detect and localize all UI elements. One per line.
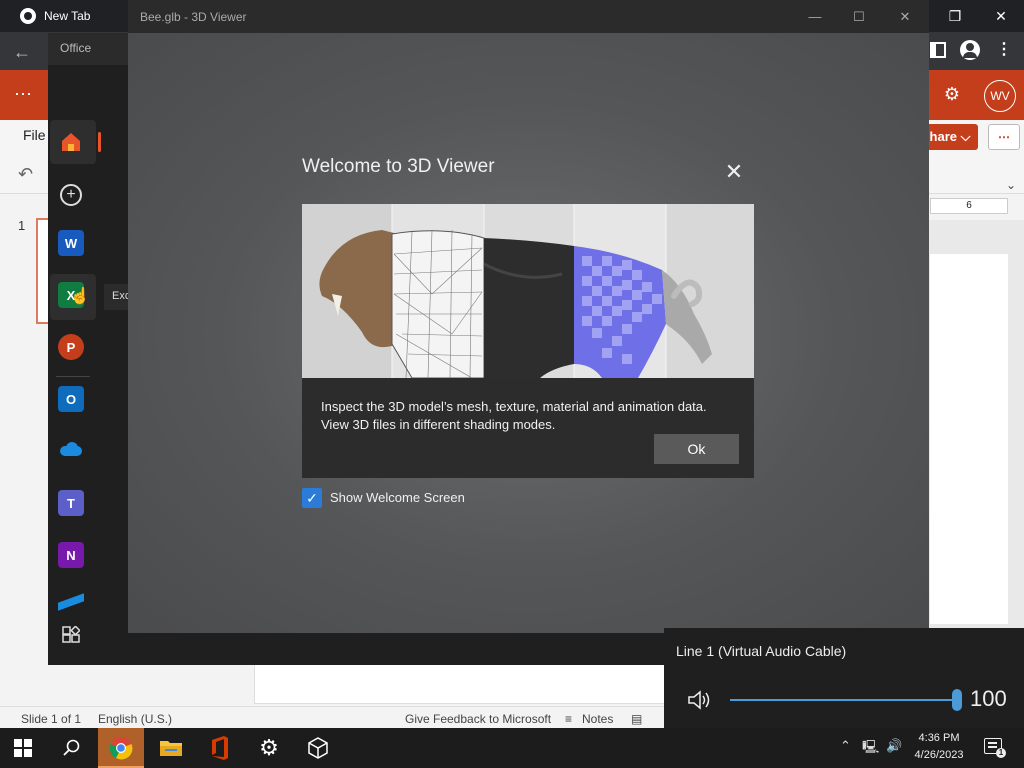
dialog-description-line-2: View 3D files in different shading modes… (321, 417, 556, 432)
dialog-description-line-1: Inspect the 3D model’s mesh, texture, ma… (321, 399, 707, 414)
home-icon (62, 133, 80, 151)
chrome-icon (109, 737, 133, 760)
all-apps-icon[interactable] (62, 626, 80, 644)
welcome-banner-image (302, 204, 754, 378)
mouse-cursor-icon: ☝ (70, 288, 90, 305)
dialog-close-icon[interactable]: ✕ (722, 159, 746, 184)
chrome-menu-icon[interactable]: ⋮ (996, 40, 1012, 60)
notes-pane[interactable] (254, 664, 666, 704)
user-avatar[interactable]: WV (984, 80, 1016, 112)
speaker-icon[interactable] (686, 688, 714, 712)
more-options-button[interactable]: ⋯ (988, 124, 1020, 150)
launcher-title: Office (60, 41, 92, 55)
status-language[interactable]: English (U.S.) (98, 712, 172, 726)
active-indicator (98, 132, 101, 152)
excel-tooltip: Exc (104, 284, 128, 310)
launcher-bottom-strip (128, 633, 664, 665)
feedback-link[interactable]: Give Feedback to Microsoft (405, 712, 551, 726)
office-icon (212, 736, 228, 760)
settings-icon: ⚙ (259, 735, 279, 760)
viewer-minimize-button[interactable]: — (792, 0, 838, 33)
slide-thumbnail-number: 1 (18, 218, 26, 233)
onenote-icon[interactable]: N (58, 542, 84, 568)
dialog-title: Welcome to 3D Viewer (302, 156, 495, 177)
show-hidden-icons-chevron[interactable]: ⌃ (840, 738, 851, 754)
notification-badge: 1 (996, 748, 1006, 758)
show-welcome-checkbox[interactable]: ✓ (302, 488, 322, 508)
chrome-tab-title: New Tab (44, 9, 91, 23)
3d-viewer-icon (308, 737, 328, 759)
volume-level: 100 (970, 686, 1007, 711)
taskbar-settings[interactable]: ⚙ (246, 728, 292, 768)
ribbon-file-tab[interactable]: File (23, 127, 46, 143)
back-arrow-icon[interactable]: ← (10, 40, 34, 64)
clock-date[interactable]: 4/26/2023 (904, 749, 974, 761)
ruler: 6 (930, 198, 1008, 214)
taskbar-chrome[interactable] (98, 728, 144, 768)
slide-thumbnail[interactable] (36, 218, 48, 324)
clock-time[interactable]: 4:36 PM (904, 732, 974, 744)
slide-page[interactable] (930, 254, 1008, 624)
launcher-titlebar: Office (48, 33, 128, 65)
app-launcher-icon[interactable]: ⋯ (14, 84, 34, 104)
chrome-logo-icon (20, 8, 36, 24)
chrome-close-button[interactable]: ✕ (978, 0, 1024, 32)
file-explorer-icon (160, 741, 182, 756)
ribbon-expand-chevron-icon[interactable]: ⌄ (1006, 178, 1016, 192)
start-icon (14, 739, 32, 757)
launcher-divider (56, 376, 90, 377)
search-button[interactable] (49, 728, 95, 768)
chrome-tab[interactable]: New Tab (8, 0, 128, 32)
share-button[interactable]: hare ⌵ (922, 124, 978, 150)
undo-icon[interactable]: ↶ (18, 164, 33, 185)
audio-device-name[interactable]: Line 1 (Virtual Audio Cable) (676, 643, 846, 659)
chrome-restore-button[interactable]: ❐ (932, 0, 978, 32)
word-icon[interactable]: W (58, 230, 84, 256)
status-slide-info: Slide 1 of 1 (21, 712, 82, 726)
search-icon (63, 739, 80, 756)
outlook-icon[interactable]: O (58, 386, 84, 412)
create-new-icon[interactable]: + (60, 184, 82, 206)
onedrive-icon[interactable] (58, 442, 84, 456)
viewer-window-title: Bee.glb - 3D Viewer (140, 10, 247, 24)
viewer-close-button[interactable]: ✕ (882, 0, 928, 33)
normal-view-icon[interactable]: ▤ (631, 712, 642, 726)
teams-icon[interactable]: T (58, 490, 84, 516)
sidebar-toggle-icon[interactable] (930, 42, 946, 58)
start-button[interactable] (0, 728, 46, 768)
notes-button[interactable]: Notes (582, 712, 613, 726)
profile-icon[interactable] (960, 40, 980, 60)
notes-icon: ≡ (565, 712, 573, 726)
network-icon[interactable]: 🖳 (862, 738, 879, 760)
volume-slider-track[interactable] (730, 699, 958, 701)
volume-tray-icon[interactable]: 🔊 (886, 738, 902, 754)
ok-button[interactable]: Ok (654, 434, 739, 464)
taskbar-office[interactable] (197, 728, 243, 768)
taskbar-file-explorer[interactable] (148, 728, 194, 768)
taskbar-3d-viewer[interactable] (295, 728, 341, 768)
viewer-maximize-button[interactable]: ☐ (836, 0, 882, 33)
settings-gear-icon[interactable]: ⚙ (940, 84, 964, 108)
show-welcome-label[interactable]: Show Welcome Screen (330, 490, 465, 505)
volume-slider-thumb[interactable] (952, 689, 962, 711)
powerpoint-icon[interactable]: P (58, 334, 84, 360)
checkmark-icon: ✓ (306, 489, 318, 506)
